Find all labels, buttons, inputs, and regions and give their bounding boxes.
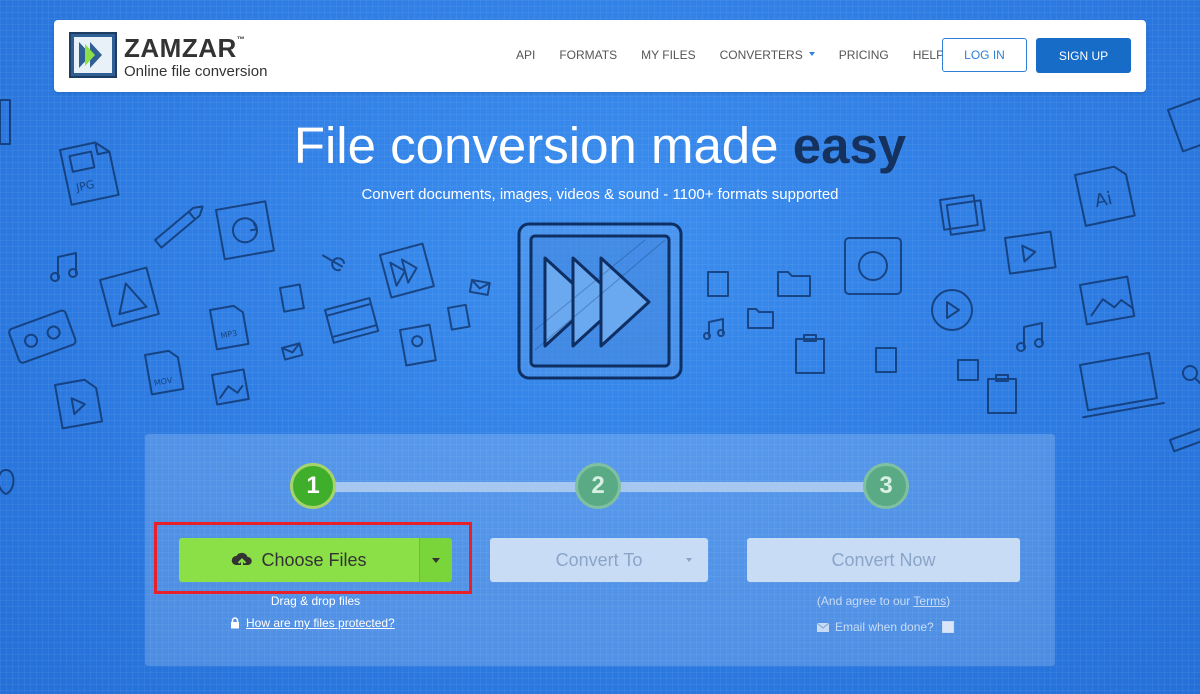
video-file-icon (1004, 230, 1057, 275)
svg-text:MOV: MOV (153, 376, 173, 388)
mp3-file-icon: MP3 (209, 304, 250, 351)
music-note-icon-2 (1016, 322, 1044, 352)
small-file-icon-2 (447, 303, 471, 331)
terms-suffix: ) (946, 594, 951, 608)
drag-drop-hint: Drag & drop files (270, 594, 361, 608)
image-file-icon (211, 368, 250, 406)
nav-converters[interactable]: CONVERTERS (720, 48, 815, 62)
nav-my-files[interactable]: MY FILES (641, 48, 695, 62)
zamzar-logo[interactable]: ZAMZAR™ Online file conversion (69, 32, 299, 82)
play-file-icon (54, 378, 104, 430)
files-protected-link[interactable]: How are my files protected? (230, 616, 395, 630)
folder-icon-2 (747, 308, 774, 329)
email-when-done-label: Email when done? (835, 620, 934, 634)
fast-forward-hero-icon (517, 222, 683, 380)
envelope-icon (817, 622, 829, 632)
envelope-icon (281, 342, 304, 361)
play-circle-icon (931, 289, 973, 331)
nav-formats[interactable]: FORMATS (559, 48, 617, 62)
zamzar-logo-mark (69, 32, 117, 78)
caret-down-icon (686, 558, 692, 562)
convert-to-label: Convert To (555, 549, 643, 570)
logo-name-text: ZAMZAR (124, 33, 237, 63)
convert-to-select[interactable]: Convert To (490, 538, 708, 582)
logo-name: ZAMZAR™ (124, 33, 245, 64)
nav-api[interactable]: API (516, 48, 535, 62)
caret-down-icon (808, 51, 815, 56)
email-when-done-row: Email when done? (817, 620, 954, 634)
music-note-icon (50, 252, 78, 282)
hero-title-main: File conversion made (293, 117, 793, 174)
folder-icon (777, 271, 811, 297)
choose-files-dropdown-toggle[interactable] (419, 538, 452, 582)
forward-icon-small (379, 242, 435, 299)
film-icon (324, 297, 380, 344)
hero-title: File conversion made easy (0, 116, 1200, 175)
search-icon (1182, 365, 1200, 385)
files-protected-text: How are my files protected? (246, 616, 395, 630)
step-3-indicator: 3 (863, 463, 909, 509)
small-file-icon-3 (707, 271, 729, 297)
step-1-indicator: 1 (290, 463, 336, 509)
laptop-icon (1079, 351, 1165, 419)
lock-icon (231, 617, 239, 629)
hero-title-emphasis: easy (792, 117, 907, 174)
svg-text:MP3: MP3 (220, 329, 238, 341)
small-file-icon-4 (875, 347, 897, 373)
step-2-indicator: 2 (575, 463, 621, 509)
small-file-icon-5 (957, 359, 979, 381)
clipboard-icon (795, 334, 825, 374)
small-file-icon (279, 283, 305, 313)
wrench-icon (322, 254, 346, 272)
ruler-icon (1169, 425, 1200, 453)
caret-down-icon (432, 557, 440, 563)
choose-files-button[interactable]: Choose Files (179, 538, 419, 582)
picture-frame-icon (1079, 275, 1136, 326)
nav-converters-label: CONVERTERS (719, 48, 803, 62)
main-nav: API FORMATS MY FILES CONVERTERS PRICING … (516, 48, 968, 62)
logo-tagline: Online file conversion (124, 63, 268, 80)
trademark-symbol: ™ (236, 35, 246, 44)
video-triangle-icon (99, 266, 160, 328)
login-button[interactable]: LOG IN (942, 38, 1027, 72)
mov-file-icon: MOV (144, 349, 185, 396)
pencil-icon (154, 205, 204, 249)
clipboard-icon-2 (987, 374, 1017, 414)
nav-help[interactable]: HELP (913, 48, 944, 62)
refresh-square-icon (215, 200, 275, 261)
apple-icon (0, 469, 15, 495)
refresh-circle-icon (844, 237, 902, 295)
terms-link[interactable]: Terms (913, 594, 946, 608)
email-when-done-checkbox[interactable] (941, 621, 954, 633)
hero-subtitle: Convert documents, images, videos & soun… (361, 186, 839, 203)
signup-button[interactable]: SIGN UP (1036, 38, 1131, 73)
convert-now-button[interactable]: Convert Now (747, 538, 1020, 582)
cloud-upload-icon (232, 552, 253, 568)
choose-files-label: Choose Files (261, 549, 367, 570)
terms-notice: (And agree to our Terms) (747, 594, 1020, 608)
terms-prefix: (And agree to our (816, 594, 914, 608)
site-header: ZAMZAR™ Online file conversion API FORMA… (54, 20, 1146, 92)
document-icon (399, 323, 437, 367)
cassette-icon (8, 309, 77, 364)
music-note-icon-3 (703, 318, 725, 340)
envelope-icon-2 (468, 279, 491, 296)
nav-pricing[interactable]: PRICING (839, 48, 889, 62)
